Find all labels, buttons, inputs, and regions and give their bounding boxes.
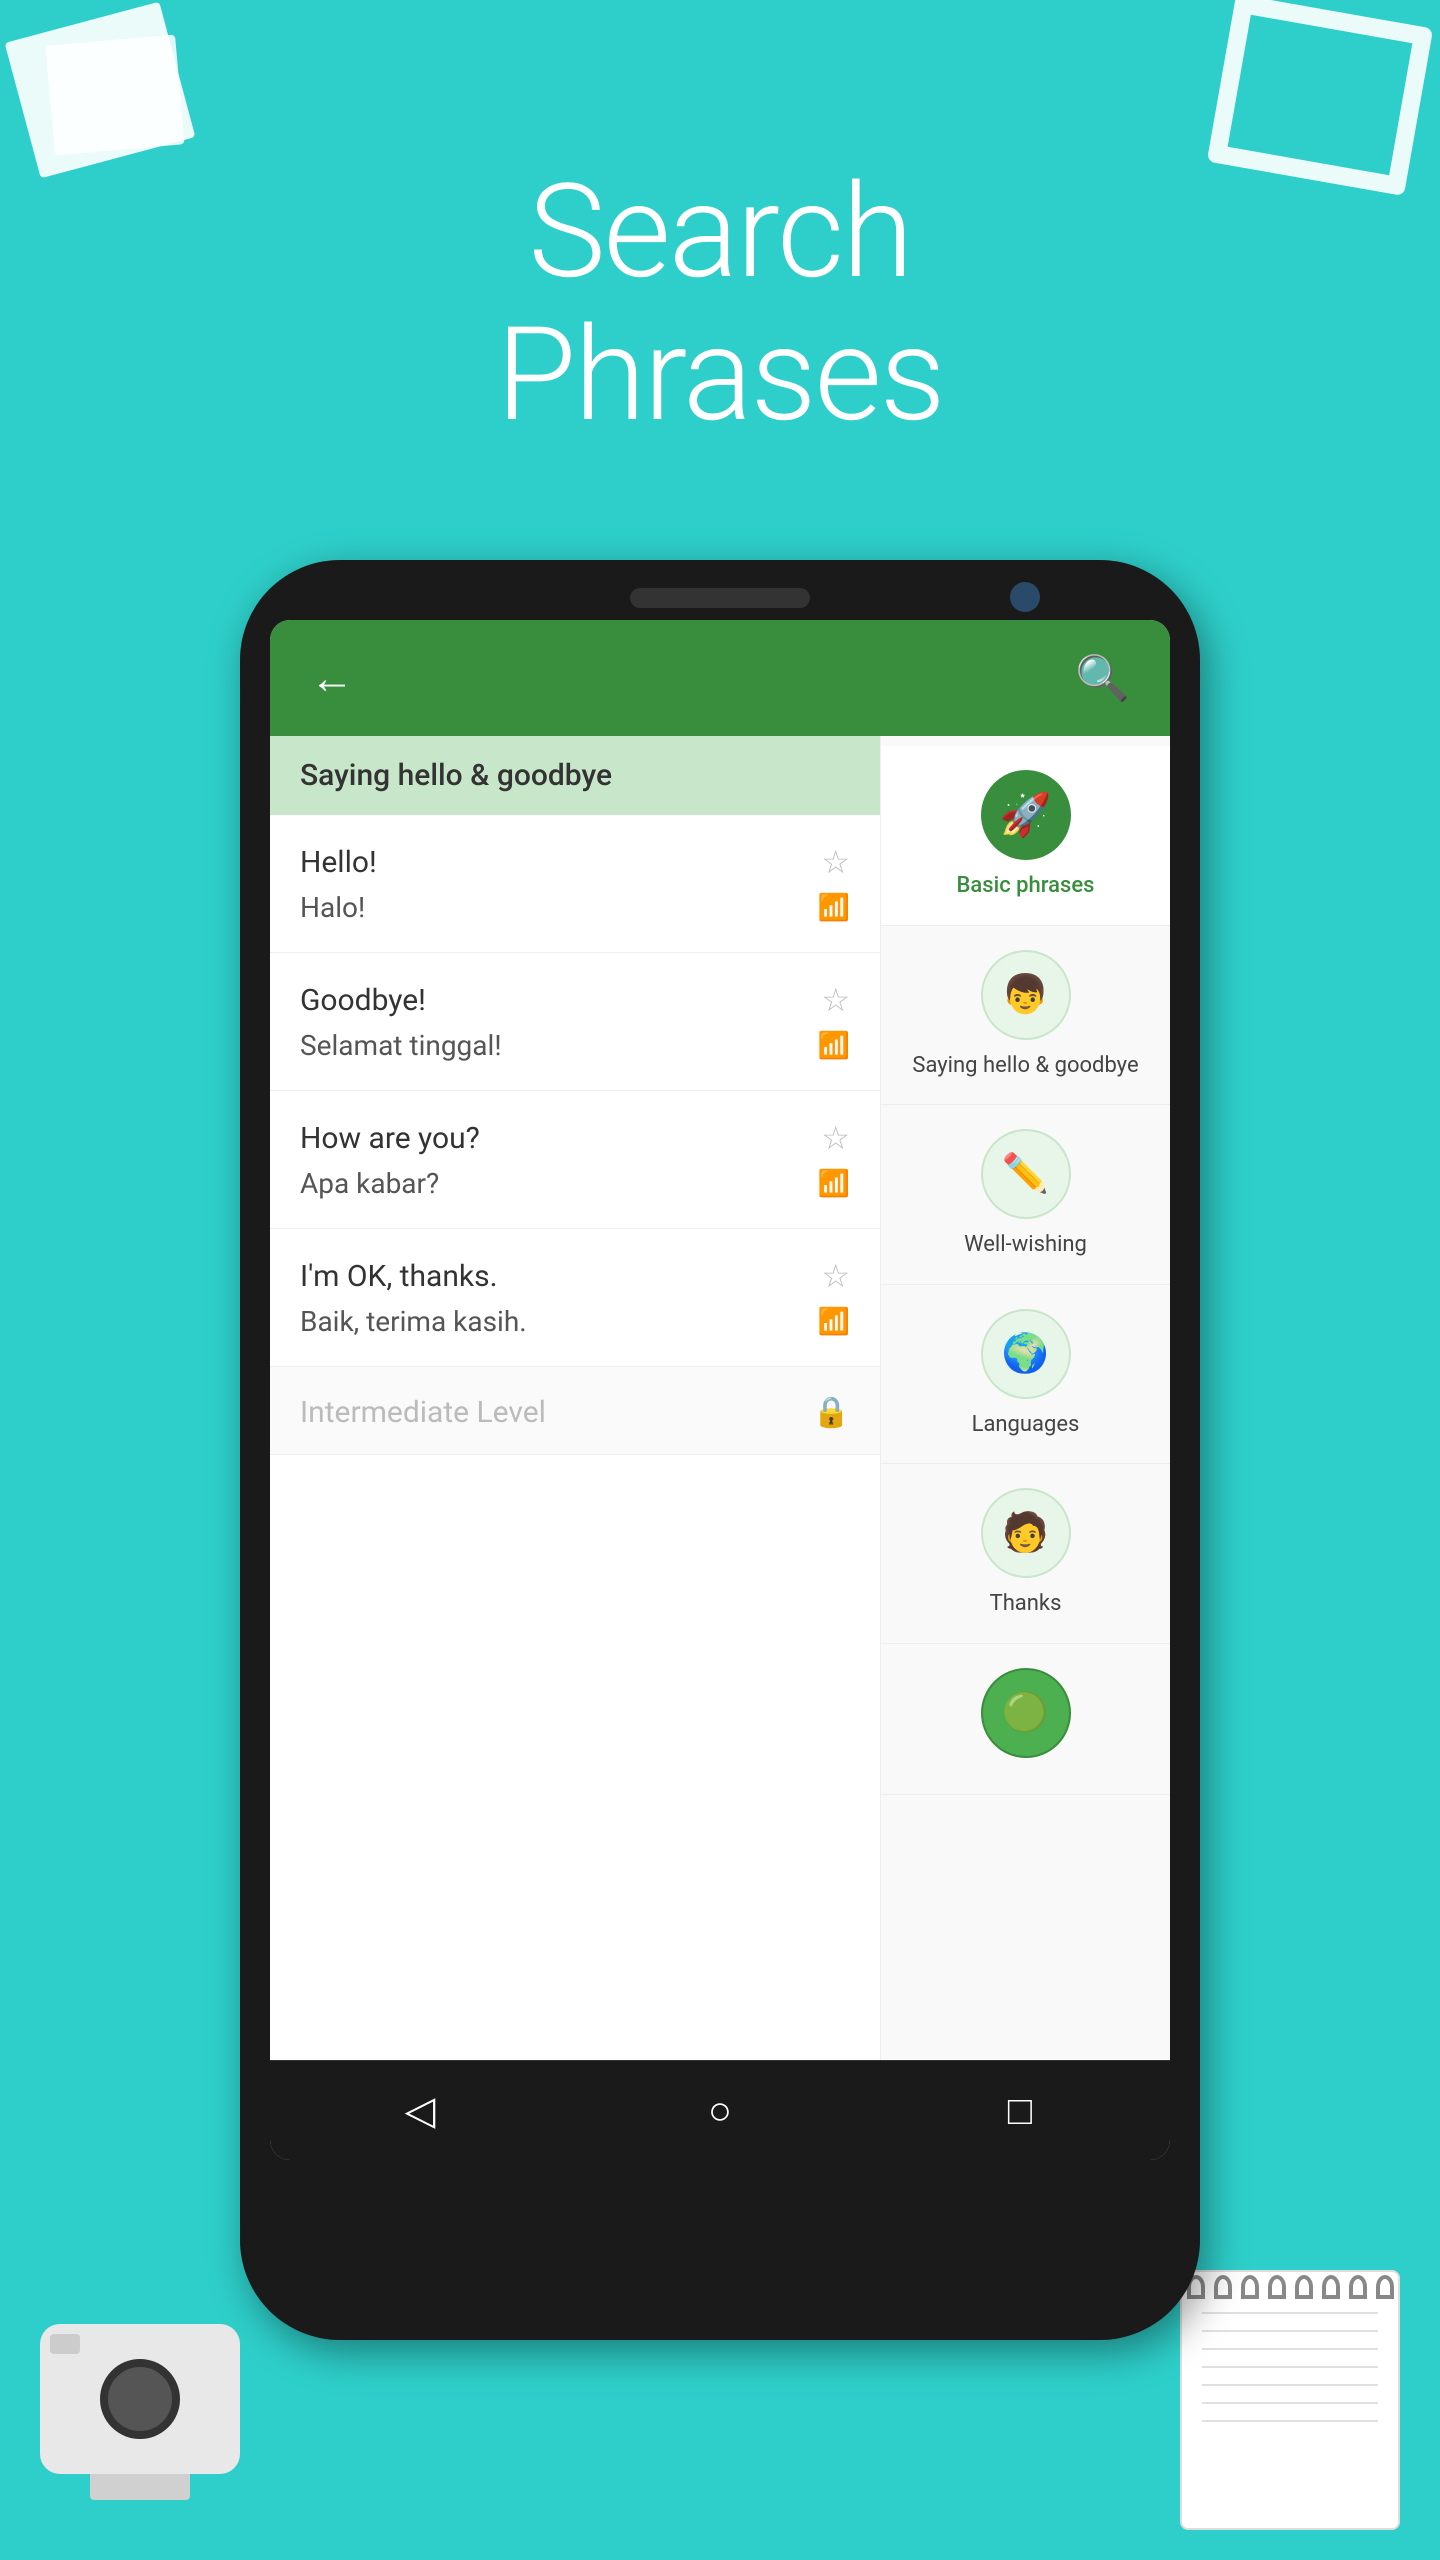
audio-hello[interactable]: 📶 (818, 893, 850, 923)
audio-howareyou[interactable]: 📶 (818, 1169, 850, 1199)
nav-back-icon: ◁ (405, 2087, 436, 2134)
nav-home-button[interactable]: ○ (690, 2081, 750, 2141)
sidebar-item-well-wishing[interactable]: ✏️ Well-wishing (881, 1105, 1170, 1285)
phrase-english-howareyou: How are you? (300, 1121, 480, 1156)
nav-home-icon: ○ (708, 2087, 732, 2134)
sidebar-item-saying-hello[interactable]: 👦 Saying hello & goodbye (881, 926, 1170, 1106)
sidebar-item-more[interactable]: 🟢 (881, 1644, 1170, 1795)
app-bar: ← 🔍 (270, 620, 1170, 736)
phrase-translation-imok: Baik, terima kasih. (300, 1305, 527, 1338)
well-wishing-label: Well-wishing (964, 1231, 1087, 1260)
phone-device: ← 🔍 Saying hello & goodbye Hello! ☆ (240, 560, 1200, 2340)
thanks-icon: 🧑 (981, 1488, 1071, 1578)
saying-hello-label: Saying hello & goodbye (912, 1052, 1138, 1081)
audio-imok[interactable]: 📶 (818, 1307, 850, 1337)
languages-label: Languages (972, 1411, 1080, 1440)
phone-screen: ← 🔍 Saying hello & goodbye Hello! ☆ (270, 620, 1170, 2160)
category-header: Saying hello & goodbye (270, 736, 880, 815)
category-sidebar: 🚀 Basic phrases 👦 Saying hello & goodbye (880, 736, 1170, 2060)
phrase-translation-howareyou: Apa kabar? (300, 1167, 439, 1200)
sidebar-item-basic-phrases[interactable]: 🚀 Basic phrases (881, 746, 1170, 926)
sidebar-item-thanks[interactable]: 🧑 Thanks (881, 1464, 1170, 1644)
audio-goodbye[interactable]: 📶 (818, 1031, 850, 1061)
star-hello[interactable]: ☆ (821, 843, 850, 881)
phone-camera (1010, 582, 1040, 612)
nav-recent-icon: □ (1008, 2087, 1032, 2134)
nav-recent-button[interactable]: □ (990, 2081, 1050, 2141)
phrase-item-howareyou[interactable]: How are you? ☆ Apa kabar? 📶 (270, 1091, 880, 1229)
back-button[interactable]: ← (310, 652, 354, 704)
star-howareyou[interactable]: ☆ (821, 1119, 850, 1157)
well-wishing-icon: ✏️ (981, 1129, 1071, 1219)
languages-icon: 🌍 (981, 1309, 1071, 1399)
phrase-item-imok[interactable]: I'm OK, thanks. ☆ Baik, terima kasih. 📶 (270, 1229, 880, 1367)
deco-notebook (1180, 2270, 1400, 2530)
phrase-translation-hello: Halo! (300, 891, 365, 924)
phrase-english-imok: I'm OK, thanks. (300, 1259, 498, 1294)
deco-camera (40, 2324, 240, 2500)
phrase-english-hello: Hello! (300, 845, 377, 880)
page-title: Search Phrases (0, 160, 1440, 446)
more-icon: 🟢 (981, 1668, 1071, 1758)
star-imok[interactable]: ☆ (821, 1257, 850, 1295)
search-button[interactable]: 🔍 (1075, 652, 1130, 704)
bottom-nav: ◁ ○ □ (270, 2060, 1170, 2160)
category-header-label: Saying hello & goodbye (300, 758, 612, 793)
locked-label: Intermediate Level (300, 1395, 546, 1430)
deco-paper-2 (45, 35, 184, 156)
phone-speaker (630, 588, 810, 608)
phrase-english-goodbye: Goodbye! (300, 983, 426, 1018)
thanks-label: Thanks (990, 1590, 1062, 1619)
saying-hello-icon: 👦 (981, 950, 1071, 1040)
basic-phrases-label: Basic phrases (957, 872, 1095, 901)
phrase-item-goodbye[interactable]: Goodbye! ☆ Selamat tinggal! 📶 (270, 953, 880, 1091)
phrase-list: Saying hello & goodbye Hello! ☆ Halo! 📶 (270, 736, 880, 2060)
screen-content: Saying hello & goodbye Hello! ☆ Halo! 📶 (270, 736, 1170, 2060)
phrase-translation-goodbye: Selamat tinggal! (300, 1029, 502, 1062)
basic-phrases-icon: 🚀 (981, 770, 1071, 860)
nav-back-button[interactable]: ◁ (390, 2081, 450, 2141)
phrase-item-hello[interactable]: Hello! ☆ Halo! 📶 (270, 815, 880, 953)
lock-icon: 🔒 (813, 1395, 850, 1430)
phrase-item-locked: Intermediate Level 🔒 (270, 1367, 880, 1455)
sidebar-item-languages[interactable]: 🌍 Languages (881, 1285, 1170, 1465)
star-goodbye[interactable]: ☆ (821, 981, 850, 1019)
